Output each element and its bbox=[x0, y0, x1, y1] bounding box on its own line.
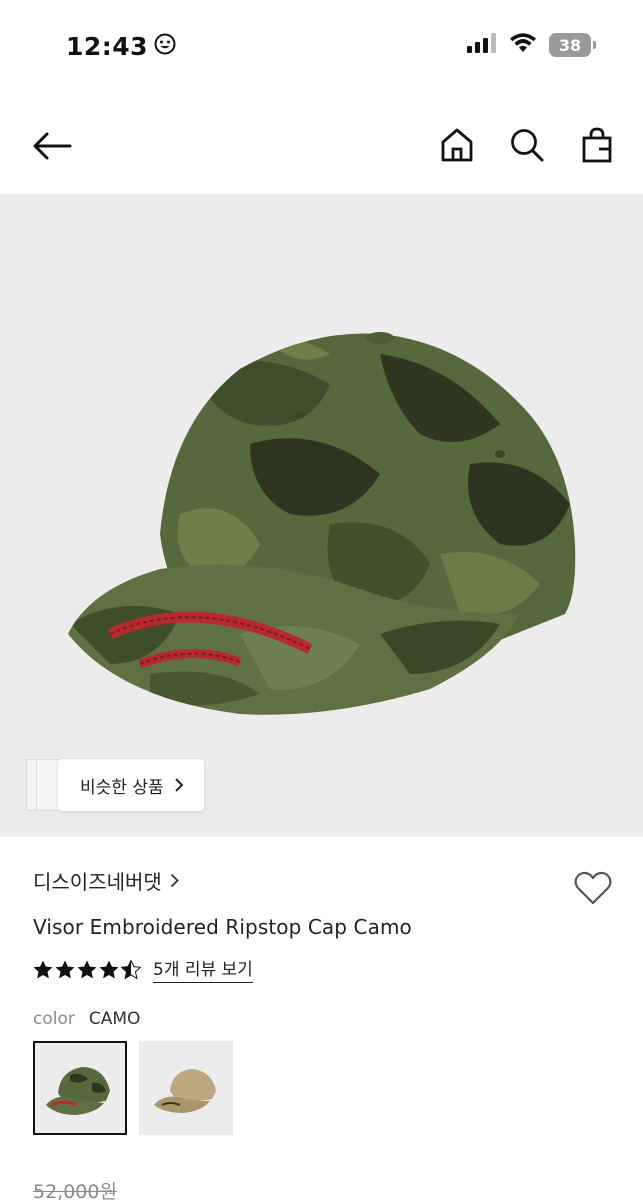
back-button[interactable] bbox=[30, 126, 74, 166]
smiley-icon bbox=[154, 32, 176, 61]
top-navigation bbox=[0, 110, 643, 182]
home-icon bbox=[441, 128, 473, 162]
cap-product-photo bbox=[68, 332, 576, 715]
cellular-signal-icon bbox=[467, 33, 497, 57]
status-time: 12:43 bbox=[66, 32, 176, 61]
star-icon bbox=[99, 960, 119, 978]
search-icon bbox=[511, 129, 544, 162]
wishlist-button[interactable] bbox=[573, 870, 613, 908]
half-star-icon bbox=[121, 959, 141, 979]
color-swatches bbox=[33, 1041, 613, 1135]
color-value: CAMO bbox=[88, 1009, 141, 1029]
heart-icon bbox=[574, 871, 612, 905]
shopping-bag-icon bbox=[582, 127, 612, 163]
product-title: Visor Embroidered Ripstop Cap Camo bbox=[33, 915, 412, 939]
status-time-text: 12:43 bbox=[66, 32, 149, 61]
color-label: color bbox=[33, 1009, 75, 1029]
star-icon bbox=[77, 960, 97, 978]
star-icon bbox=[55, 960, 75, 978]
status-bar: 12:43 38 bbox=[0, 0, 643, 94]
brand-name: 디스이즈네버댓 bbox=[33, 870, 162, 894]
rating-row: 5개 리뷰 보기 bbox=[33, 955, 613, 983]
product-image[interactable]: 비슷한 상품 bbox=[0, 194, 643, 837]
search-button[interactable] bbox=[509, 126, 545, 164]
brand-link[interactable]: 디스이즈네버댓 bbox=[33, 866, 613, 895]
cart-button[interactable] bbox=[579, 126, 615, 164]
original-price: 52,000원 bbox=[33, 1181, 117, 1200]
similar-products-label: 비슷한 상품 bbox=[80, 777, 164, 798]
product-info: 디스이즈네버댓 Visor Embroidered Ripstop Cap Ca… bbox=[33, 866, 613, 1200]
review-link[interactable]: 5개 리뷰 보기 bbox=[153, 955, 253, 983]
beige-cap-thumbnail bbox=[154, 1069, 216, 1113]
swatch-camo[interactable] bbox=[33, 1041, 127, 1135]
back-arrow-icon bbox=[33, 132, 72, 160]
similar-products-button[interactable]: 비슷한 상품 bbox=[26, 759, 204, 811]
camo-cap-thumbnail bbox=[46, 1067, 110, 1115]
battery-level: 38 bbox=[558, 35, 582, 55]
battery-icon: 38 bbox=[549, 33, 596, 57]
wifi-icon bbox=[509, 33, 537, 57]
home-button[interactable] bbox=[439, 126, 475, 164]
star-rating bbox=[33, 959, 141, 979]
chevron-right-icon bbox=[174, 778, 184, 792]
swatch-beige[interactable] bbox=[139, 1041, 233, 1135]
chevron-right-icon bbox=[170, 873, 179, 888]
star-icon bbox=[33, 960, 53, 978]
color-row: color CAMO bbox=[33, 1009, 613, 1029]
